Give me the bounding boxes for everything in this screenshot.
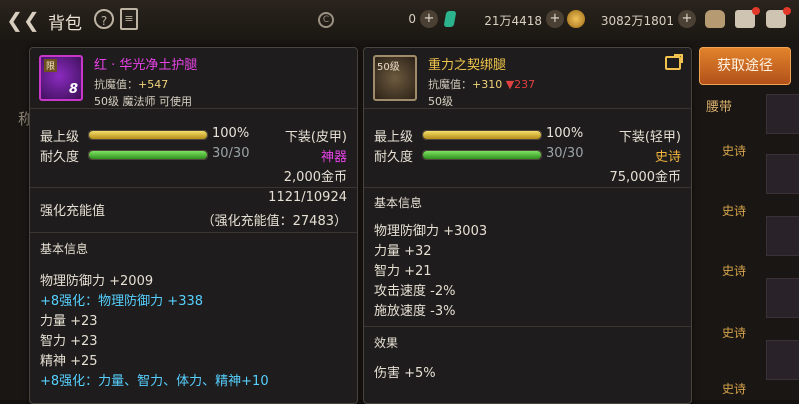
c-coin-icon: C	[318, 12, 334, 28]
item-icon: 限 8	[39, 55, 83, 101]
durability-label: 耐久度	[40, 150, 80, 165]
tooltip-header: 限 8 红 · 华光净土护腿 抗魔值：+547 50级 魔法师 可使用	[30, 48, 357, 109]
item-tooltip-equipped: 限 8 红 · 华光净土护腿 抗魔值：+547 50级 魔法师 可使用 最上级 …	[29, 47, 358, 404]
resist-label: 抗魔值：	[428, 78, 472, 91]
item-name: 红 · 华光净土护腿	[94, 58, 198, 73]
durability-value: 30/30	[546, 146, 584, 161]
reinforce-value: 1121/10924	[268, 190, 347, 205]
max-level-bar	[88, 130, 208, 140]
top-bar: ❮❮ 背包 ? ≡ C 0 + 21万4418 + 3082万1801 +	[0, 0, 799, 41]
max-level-bar	[422, 130, 542, 140]
item-price: 2,000金币	[283, 170, 347, 185]
max-level-percent: 100%	[212, 126, 250, 141]
effect-line: 伤害 +5%	[374, 366, 436, 381]
divider	[364, 326, 691, 327]
bag-icon[interactable]	[705, 10, 725, 28]
resist-value: +310	[472, 78, 503, 91]
help-icon[interactable]: ?	[94, 9, 114, 29]
max-level-percent: 100%	[546, 126, 584, 141]
item-name: 重力之契绑腿	[428, 58, 507, 73]
bg-epic-label: 史诗	[722, 204, 747, 218]
item-reinforce-level: 8	[68, 82, 78, 97]
item-resist-line: 抗魔值：+310 ▼237	[428, 76, 535, 92]
durability-bar-fill	[89, 151, 207, 159]
item-icon-tag: 限	[44, 59, 58, 72]
currency-2-value: 21万4418	[484, 14, 542, 28]
gold-coin-icon	[567, 10, 585, 28]
bg-item-thumb[interactable]	[766, 216, 799, 256]
reinforce-label: 强化充能值	[40, 204, 106, 219]
bg-epic-label: 史诗	[722, 264, 747, 278]
slot-type: 下装(轻甲)	[618, 130, 681, 145]
stat-line: +8强化：物理防御力 +338	[40, 294, 204, 309]
bg-epic-label: 史诗	[722, 326, 747, 340]
divider	[30, 187, 357, 188]
bg-item-thumb[interactable]	[766, 94, 799, 134]
page-title: 背包	[48, 14, 82, 34]
item-price: 75,000金币	[609, 170, 682, 185]
reinforce-note: （强化充能值：27483）	[201, 214, 347, 229]
currency-3-value: 3082万1801	[600, 14, 674, 28]
max-level-bar-fill	[89, 131, 207, 139]
durability-bar	[88, 150, 208, 160]
tab-belt[interactable]: 腰带	[706, 96, 732, 115]
add-currency-1-button[interactable]: +	[420, 10, 438, 28]
basic-info-title: 基本信息	[40, 242, 89, 256]
add-currency-3-button[interactable]: +	[678, 10, 696, 28]
resist-value: +547	[138, 78, 169, 91]
bg-item-thumb[interactable]	[766, 340, 799, 380]
stat-line: 攻击速度 -2%	[374, 284, 456, 299]
add-currency-2-button[interactable]: +	[546, 10, 564, 28]
stat-line: 力量 +32	[374, 244, 432, 259]
basic-info-title: 基本信息	[374, 196, 423, 210]
acquire-route-button[interactable]: 获取途径	[699, 47, 791, 85]
gem-icon	[443, 11, 457, 27]
durability-bar-fill	[423, 151, 541, 159]
item-tooltip-compare: 50级 重力之契绑腿 抗魔值：+310 ▼237 50级 最上级 100% 下装…	[363, 47, 692, 404]
divider	[364, 187, 691, 188]
resist-delta: ▼237	[505, 78, 536, 91]
mail-notification-badge	[752, 7, 760, 15]
share-icon[interactable]	[665, 54, 683, 70]
stat-line: +8强化：力量、智力、体力、精神+10	[40, 374, 269, 389]
durability-bar	[422, 150, 542, 160]
bg-epic-label: 史诗	[722, 144, 747, 158]
stat-line: 施放速度 -3%	[374, 304, 456, 319]
bg-item-thumb[interactable]	[766, 154, 799, 194]
currency-1-value: 0	[408, 12, 416, 26]
back-arrow-icon[interactable]: ❮❮	[6, 6, 40, 34]
slot-type: 下装(皮甲)	[284, 130, 347, 145]
max-level-label: 最上级	[374, 130, 414, 145]
durability-label: 耐久度	[374, 150, 414, 165]
stat-line: 物理防御力 +3003	[374, 224, 488, 239]
stat-line: 智力 +21	[374, 264, 432, 279]
item-icon: 50级	[373, 55, 417, 101]
item-grade: 史诗	[654, 150, 681, 165]
durability-value: 30/30	[212, 146, 250, 161]
effect-title: 效果	[374, 336, 399, 350]
item-icon-level: 50级	[377, 62, 400, 73]
max-level-label: 最上级	[40, 130, 80, 145]
bg-item-thumb[interactable]	[766, 278, 799, 318]
bg-epic-label: 史诗	[722, 382, 747, 396]
divider	[30, 232, 357, 233]
stat-line: 精神 +25	[40, 354, 98, 369]
item-resist-line: 抗魔值：+547	[94, 76, 168, 92]
max-level-bar-fill	[423, 131, 541, 139]
stat-line: 物理防御力 +2009	[40, 274, 154, 289]
tooltip-header: 50级 重力之契绑腿 抗魔值：+310 ▼237 50级	[364, 48, 691, 109]
resist-label: 抗魔值：	[94, 78, 138, 91]
item-grade: 神器	[320, 150, 347, 165]
chat-notification-badge	[783, 7, 791, 15]
item-level-line: 50级	[428, 95, 453, 108]
stat-line: 智力 +23	[40, 334, 98, 349]
item-level-line: 50级 魔法师 可使用	[94, 95, 192, 108]
notes-icon[interactable]: ≡	[120, 8, 138, 30]
stat-line: 力量 +23	[40, 314, 98, 329]
